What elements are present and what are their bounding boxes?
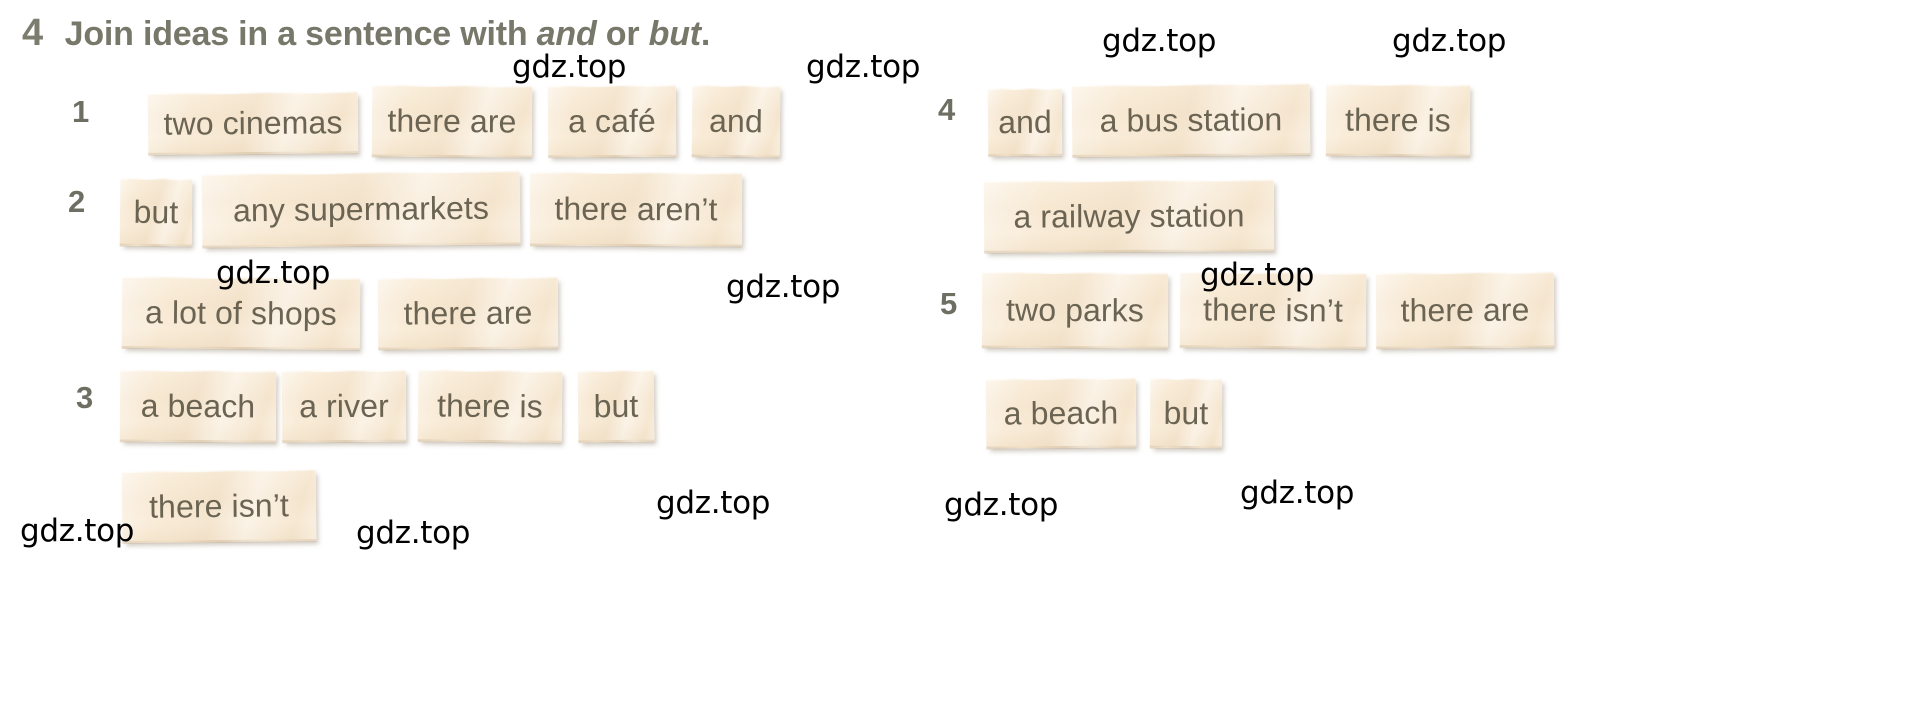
word-tile-label: a beach: [1003, 394, 1119, 432]
word-tile[interactable]: there isn’t: [121, 468, 317, 544]
word-tile-label: there is: [436, 387, 544, 425]
watermark: gdz.top: [216, 255, 331, 291]
item-number-2: 2: [68, 184, 86, 219]
word-tile[interactable]: a beach: [119, 369, 277, 443]
exercise-number: 4: [22, 12, 43, 54]
word-tile-label: but: [593, 387, 639, 425]
word-tile[interactable]: but: [577, 369, 655, 443]
watermark: gdz.top: [1102, 23, 1217, 59]
word-tile[interactable]: and: [987, 87, 1063, 157]
word-tile-label: two parks: [1005, 291, 1145, 329]
word-tile[interactable]: there is: [1325, 83, 1471, 157]
word-tile[interactable]: a beach: [985, 377, 1137, 449]
word-tile-label: and: [998, 103, 1052, 141]
word-tile-label: a railway station: [1013, 197, 1245, 235]
word-tile-label: there is: [1345, 101, 1451, 139]
word-tile-label: there isn’t: [148, 487, 290, 525]
watermark: gdz.top: [356, 515, 471, 551]
word-tile[interactable]: a bus station: [1071, 82, 1311, 158]
instruction-part-mid: or: [596, 15, 649, 53]
watermark: gdz.top: [1240, 475, 1355, 511]
word-tile[interactable]: there are: [1375, 271, 1555, 349]
instruction-emphasis-and: and: [536, 15, 597, 53]
item-number-5: 5: [940, 286, 958, 321]
word-tile-label: there are: [387, 102, 517, 140]
instruction-part-after: .: [700, 15, 711, 53]
word-tile-label: a café: [568, 102, 656, 140]
watermark: gdz.top: [1392, 23, 1507, 59]
watermark: gdz.top: [20, 513, 135, 549]
word-tile[interactable]: a railway station: [983, 179, 1275, 253]
item-number-1: 1: [72, 94, 90, 129]
word-tile[interactable]: there are: [371, 84, 533, 158]
word-tile[interactable]: there is: [417, 369, 563, 443]
instruction-emphasis-but: but: [648, 15, 701, 53]
word-tile-label: a beach: [140, 387, 256, 425]
word-tile-label: a river: [299, 387, 389, 425]
instruction-part-before: Join ideas in a sentence with: [64, 15, 537, 53]
word-tile-label: there are: [403, 294, 533, 332]
watermark: gdz.top: [1200, 257, 1315, 293]
watermark: gdz.top: [656, 485, 771, 521]
word-tile[interactable]: a river: [281, 369, 407, 443]
word-tile-label: there aren’t: [554, 190, 718, 228]
word-tile-label: but: [1163, 394, 1209, 432]
word-tile[interactable]: two cinemas: [147, 91, 359, 155]
watermark: gdz.top: [726, 269, 841, 305]
item-number-4: 4: [938, 92, 956, 127]
item-number-3: 3: [76, 380, 94, 415]
word-tile[interactable]: there are: [377, 276, 559, 350]
word-tile[interactable]: and: [691, 84, 781, 158]
word-tile-label: two cinemas: [163, 104, 343, 142]
word-tile-label: there isn’t: [1202, 291, 1344, 329]
word-tile[interactable]: but: [1149, 377, 1223, 449]
word-tile-label: any supermarkets: [232, 189, 490, 229]
word-tile-label: but: [133, 193, 179, 231]
word-tile[interactable]: a café: [547, 84, 677, 158]
word-tile[interactable]: there aren’t: [529, 171, 743, 247]
word-tile[interactable]: any supermarkets: [201, 170, 521, 248]
word-tile-label: and: [708, 102, 764, 140]
word-tile-label: a lot of shops: [144, 294, 338, 332]
word-tile[interactable]: two parks: [981, 271, 1169, 349]
watermark: gdz.top: [806, 49, 921, 85]
watermark: gdz.top: [944, 487, 1059, 523]
word-tile-label: there are: [1400, 291, 1530, 329]
word-tile-label: a bus station: [1099, 101, 1283, 139]
word-tile[interactable]: but: [119, 177, 193, 247]
watermark: gdz.top: [512, 49, 627, 85]
worksheet-page: 4 Join ideas in a sentence with and or b…: [0, 0, 1918, 711]
